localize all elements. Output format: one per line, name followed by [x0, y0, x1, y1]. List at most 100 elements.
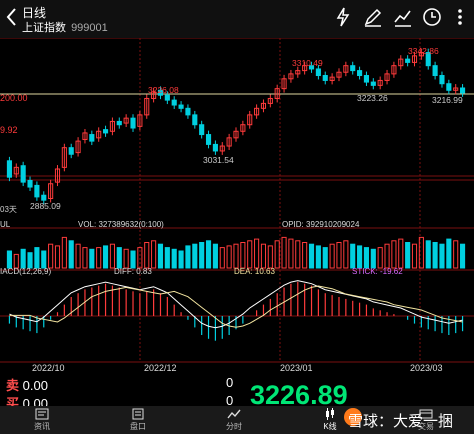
watermark-text: 雪球：大爱一捆 [348, 413, 454, 430]
vol-left-label: UL [0, 220, 11, 229]
candle-body [185, 107, 191, 116]
candle-body [34, 184, 40, 198]
candle-body [102, 129, 109, 134]
orderbook-icon [132, 408, 144, 420]
candle-body [199, 124, 205, 136]
volume-bar [185, 245, 191, 269]
volume-bar [82, 247, 88, 269]
volume-bar [6, 250, 12, 269]
volume-bar [68, 240, 74, 269]
index-code: 999001 [71, 22, 108, 34]
tab-orderbook-label: 盘口 [130, 422, 146, 431]
volume-bar [295, 240, 301, 269]
news-icon [35, 408, 49, 420]
macd-title: IACD(12,26,9) [0, 267, 51, 276]
diff-label: DIFF: 0.83 [114, 267, 152, 276]
volume-bar [54, 245, 61, 269]
tab-news[interactable]: 资讯 [12, 406, 72, 434]
candle-body [370, 81, 376, 86]
kline-chart[interactable]: 200.00 9.92 03天 3226.08 2885.09 3031.54 … [0, 38, 474, 410]
volume-bar [27, 252, 33, 269]
volume-bar [226, 245, 232, 269]
sell-row: 卖 0.00 [6, 375, 48, 394]
volume-title: VOL: 327389632(0:100) [78, 220, 164, 229]
volume-bar [254, 238, 260, 269]
candle-body [350, 65, 356, 72]
volume-bar [315, 245, 321, 269]
candle-body [315, 68, 321, 77]
low-label-2885: 2885.09 [30, 201, 61, 211]
volume-bar [205, 240, 212, 269]
candle-body [212, 143, 218, 152]
volume-bar [460, 243, 466, 269]
tab-timeshare[interactable]: 分时 [204, 406, 264, 434]
volume-bar [116, 247, 122, 269]
back-arrow-icon[interactable] [4, 6, 20, 28]
candle-body [405, 58, 411, 63]
volume-bars [6, 236, 466, 269]
timeshare-icon [227, 409, 241, 419]
volume-bar [192, 243, 198, 269]
volume-bar [151, 240, 157, 269]
volume-bar [302, 242, 308, 269]
lightning-icon[interactable] [332, 6, 354, 28]
volume-bar [247, 240, 253, 269]
candle-body [164, 94, 170, 101]
index-name-line: 上证指数 999001 [22, 19, 108, 35]
volume-bar [20, 248, 26, 269]
volume-bar [391, 240, 397, 269]
volume-bar [288, 238, 294, 269]
pencil-icon[interactable] [362, 6, 384, 28]
volume-bar [336, 242, 342, 269]
volume-bar [89, 248, 95, 269]
volume-bar [219, 247, 225, 269]
volume-bar [411, 243, 418, 269]
left-price-label: 9.92 [0, 125, 18, 135]
volume-bar [370, 248, 376, 269]
candle-body [171, 99, 177, 106]
candle-body [41, 194, 47, 201]
peak2-label: 3342.86 [408, 46, 439, 56]
volume-bar [260, 243, 267, 269]
volume-bar [329, 243, 335, 269]
volume-bar [405, 242, 411, 269]
candle-body [357, 70, 363, 77]
sell-label: 卖 [6, 378, 20, 393]
volume-bar [281, 236, 287, 269]
volume-bar [178, 250, 184, 269]
volume-bar [363, 247, 370, 269]
volume-bar [199, 242, 205, 269]
volume-bar [384, 243, 390, 269]
tab-orderbook[interactable]: 盘口 [108, 406, 168, 434]
volume-bar [453, 240, 459, 269]
macd-bars [8, 281, 464, 341]
clock-icon[interactable] [421, 6, 443, 28]
volume-bar [350, 243, 356, 269]
high-label-3226: 3226.08 [148, 85, 179, 95]
volume-bar [322, 247, 328, 269]
more-icon[interactable] [450, 6, 470, 28]
candle-body [322, 75, 328, 81]
volume-bar [171, 248, 177, 269]
level-price-label: 200.00 [0, 93, 28, 103]
volume-bar [13, 253, 19, 269]
volume-bar [425, 240, 431, 269]
candle-body [20, 165, 26, 183]
volume-bar [41, 250, 47, 269]
opid-label: OPID: 392910209024 [282, 220, 360, 229]
draw-icon[interactable] [392, 6, 414, 28]
candle-body [205, 134, 212, 145]
tab-timeshare-label: 分时 [226, 422, 242, 431]
volume-bar [109, 243, 115, 269]
volume-bar [48, 243, 54, 269]
x-label-2023-03: 2023/03 [410, 363, 443, 373]
candle-body [363, 75, 370, 83]
volume-bar [357, 245, 363, 269]
volume-bar [130, 250, 136, 269]
volume-bar [61, 236, 67, 269]
left-small-label: 03天 [0, 205, 17, 214]
candle-body [460, 87, 466, 94]
x-label-2022-10: 2022/10 [32, 363, 65, 373]
stick-label: STICK: -19.62 [352, 267, 403, 276]
candle-body [446, 83, 452, 91]
